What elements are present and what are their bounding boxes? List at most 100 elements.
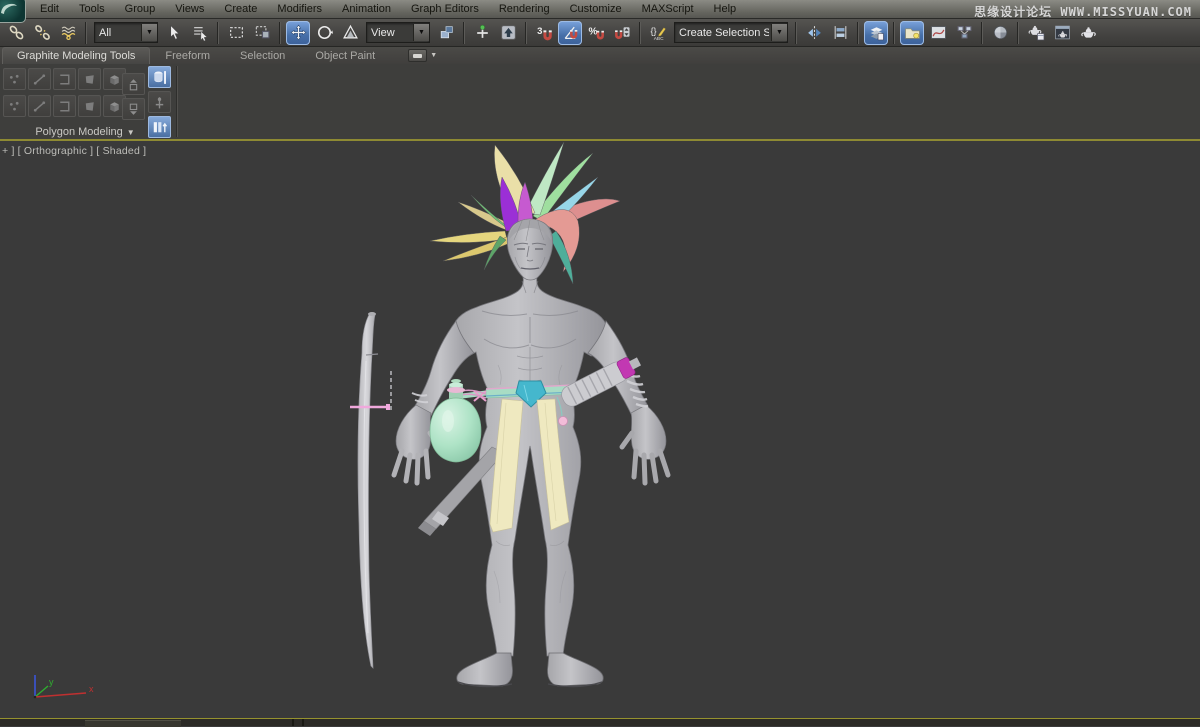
rendered-frame-window-button[interactable] bbox=[1050, 21, 1074, 45]
subobject-row-1 bbox=[3, 68, 126, 90]
dropdown-arrow-icon[interactable] bbox=[771, 24, 787, 41]
world-axis-tripod: y x bbox=[22, 674, 106, 708]
menu-animation[interactable]: Animation bbox=[332, 0, 401, 18]
show-end-result-button[interactable] bbox=[148, 91, 171, 113]
ribbon-body: Polygon Modeling ▼ bbox=[0, 64, 1200, 139]
menu-views[interactable]: Views bbox=[165, 0, 214, 18]
select-and-move-button[interactable] bbox=[286, 21, 310, 45]
vertex-select-button[interactable] bbox=[3, 95, 26, 117]
svg-text:3: 3 bbox=[537, 26, 542, 37]
modifier-stack-up-button[interactable] bbox=[122, 73, 145, 95]
menu-modifiers[interactable]: Modifiers bbox=[267, 0, 332, 18]
edge-button[interactable] bbox=[28, 68, 51, 90]
select-and-link-button[interactable] bbox=[4, 21, 28, 45]
window-crossing-toggle-button[interactable] bbox=[250, 21, 274, 45]
menu-graph-editors[interactable]: Graph Editors bbox=[401, 0, 489, 18]
perspective-viewport[interactable]: + ] [ Orthographic ] [ Shaded ] bbox=[0, 139, 1200, 718]
border-select-button[interactable] bbox=[53, 95, 76, 117]
toolbar-separator bbox=[893, 22, 895, 44]
axis-label-y: y bbox=[49, 677, 54, 687]
character-model[interactable] bbox=[394, 219, 668, 687]
ribbon-tab-object-paint[interactable]: Object Paint bbox=[300, 48, 390, 64]
subobject-row-2 bbox=[3, 95, 126, 117]
selection-filter-dropdown-value: All bbox=[95, 27, 139, 39]
percent-snap-toggle-button[interactable]: % bbox=[584, 21, 608, 45]
katana-model[interactable] bbox=[358, 312, 378, 668]
svg-text:ABC: ABC bbox=[653, 36, 663, 41]
menu-create[interactable]: Create bbox=[214, 0, 267, 18]
render-setup-button[interactable] bbox=[1024, 21, 1048, 45]
reference-coordinate-system-dropdown-value: View bbox=[367, 27, 411, 39]
select-and-manipulate-button[interactable] bbox=[470, 21, 494, 45]
use-pivot-point-center-button[interactable] bbox=[434, 21, 458, 45]
edge-select-button[interactable] bbox=[28, 95, 51, 117]
svg-text:%: % bbox=[588, 27, 597, 38]
modifier-stack-down-button[interactable] bbox=[122, 98, 145, 120]
menu-edit[interactable]: Edit bbox=[30, 0, 69, 18]
spinner-snap-toggle-button[interactable] bbox=[610, 21, 634, 45]
schematic-view-button[interactable] bbox=[952, 21, 976, 45]
left-foot bbox=[457, 653, 513, 686]
reference-coordinate-system-dropdown[interactable]: View bbox=[366, 22, 430, 43]
menu-rendering[interactable]: Rendering bbox=[489, 0, 560, 18]
pin-stack-button[interactable] bbox=[148, 66, 171, 88]
toolbar-separator bbox=[463, 22, 465, 44]
mirror-button[interactable] bbox=[802, 21, 826, 45]
render-production-button[interactable] bbox=[1076, 21, 1100, 45]
named-selection-set-dropdown[interactable]: Create Selection Se bbox=[674, 22, 788, 43]
ribbon-tab-freeform[interactable]: Freeform bbox=[150, 48, 225, 64]
named-selection-set-dropdown-value: Create Selection Se bbox=[675, 27, 769, 39]
panel-label-text: Polygon Modeling bbox=[35, 126, 122, 138]
select-and-scale-button[interactable] bbox=[338, 21, 362, 45]
chevron-down-icon: ▼ bbox=[127, 128, 135, 137]
unlink-selection-button[interactable] bbox=[30, 21, 54, 45]
menu-help[interactable]: Help bbox=[704, 0, 747, 18]
menu-customize[interactable]: Customize bbox=[560, 0, 632, 18]
axis-label-x: x bbox=[89, 684, 94, 694]
toolbar-separator bbox=[857, 22, 859, 44]
scene-canvas[interactable] bbox=[0, 141, 1200, 718]
snaps-toggle-3d-button[interactable]: 3 bbox=[532, 21, 556, 45]
select-and-rotate-button[interactable] bbox=[312, 21, 336, 45]
menu-maxscript[interactable]: MAXScript bbox=[632, 0, 704, 18]
3ds-max-logo[interactable] bbox=[0, 0, 26, 23]
ribbon-tab-graphite-modeling-tools[interactable]: Graphite Modeling Tools bbox=[2, 47, 150, 64]
chevron-down-icon[interactable]: ▼ bbox=[430, 52, 437, 59]
time-slider-fragment[interactable] bbox=[85, 720, 181, 727]
keyboard-shortcut-override-button[interactable] bbox=[496, 21, 520, 45]
toolbar-separator bbox=[525, 22, 527, 44]
right-hand bbox=[622, 405, 668, 483]
rectangular-selection-region-button[interactable] bbox=[224, 21, 248, 45]
menu-group[interactable]: Group bbox=[115, 0, 166, 18]
svg-text:{}: {} bbox=[650, 26, 656, 36]
angle-snap-toggle-button[interactable] bbox=[558, 21, 582, 45]
toolbar-separator bbox=[85, 22, 87, 44]
dropdown-arrow-icon[interactable] bbox=[141, 24, 157, 41]
curve-editor-button[interactable] bbox=[926, 21, 950, 45]
select-by-name-button[interactable] bbox=[188, 21, 212, 45]
ribbon-tab-strip: Graphite Modeling ToolsFreeformSelection… bbox=[0, 47, 1200, 64]
polygon-modeling-panel-label[interactable]: Polygon Modeling ▼ bbox=[0, 126, 170, 138]
border-button[interactable] bbox=[53, 68, 76, 90]
polygon-button[interactable] bbox=[78, 68, 101, 90]
align-button[interactable] bbox=[828, 21, 852, 45]
material-editor-button[interactable] bbox=[988, 21, 1012, 45]
selection-filter-dropdown[interactable]: All bbox=[94, 22, 158, 43]
toolbar-separator bbox=[217, 22, 219, 44]
select-object-button[interactable] bbox=[162, 21, 186, 45]
main-toolbar: All View 3% {}ABC Create Selection Se bbox=[0, 18, 1200, 47]
menu-tools[interactable]: Tools bbox=[69, 0, 115, 18]
toolbar-separator bbox=[639, 22, 641, 44]
vertex-button[interactable] bbox=[3, 68, 26, 90]
edit-named-selection-sets-button[interactable]: {}ABC bbox=[646, 21, 670, 45]
layer-manager-button[interactable] bbox=[864, 21, 888, 45]
polygon-select-button[interactable] bbox=[78, 95, 101, 117]
ribbon-minimize-button[interactable] bbox=[408, 49, 427, 62]
3ds-max-window: { "window": { "watermark": "思缘设计论坛 WWW.M… bbox=[0, 0, 1200, 725]
dropdown-arrow-icon[interactable] bbox=[413, 24, 429, 41]
polygon-modeling-panel: Polygon Modeling ▼ bbox=[0, 64, 178, 139]
graphite-modeling-tools-toggle-button[interactable] bbox=[900, 21, 924, 45]
bind-to-space-warp-button[interactable] bbox=[56, 21, 80, 45]
graphite-ribbon: Graphite Modeling ToolsFreeformSelection… bbox=[0, 47, 1200, 139]
ribbon-tab-selection[interactable]: Selection bbox=[225, 48, 300, 64]
